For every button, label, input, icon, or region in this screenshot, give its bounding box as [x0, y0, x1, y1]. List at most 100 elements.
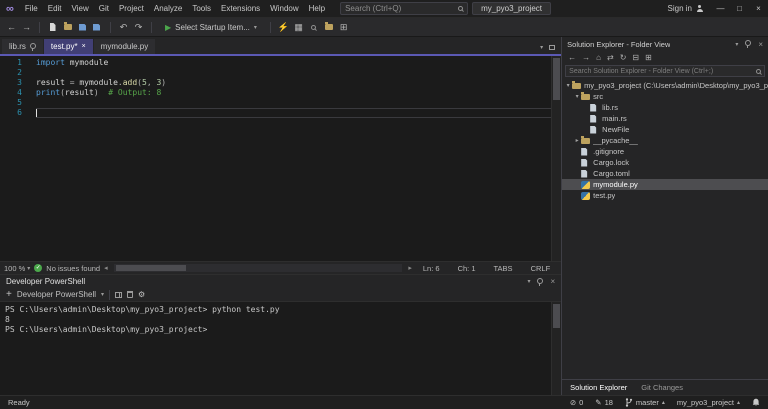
forward-icon[interactable]: → — [582, 53, 590, 62]
expander-icon[interactable]: ▸ — [573, 137, 581, 144]
navigate-backward-icon[interactable]: ← — [6, 20, 17, 34]
menu-edit[interactable]: Edit — [43, 4, 67, 13]
start-without-debugging-button[interactable]: ▶ Select Startup Item... ▾ — [159, 20, 263, 35]
open-file-icon[interactable] — [62, 20, 73, 34]
menu-project[interactable]: Project — [114, 4, 149, 13]
zoom-control[interactable]: 100 % ▾ — [4, 264, 30, 273]
menu-view[interactable]: View — [67, 4, 94, 13]
tab-git-changes[interactable]: Git Changes — [635, 380, 689, 395]
scrollbar-thumb[interactable] — [116, 265, 186, 271]
new-file-icon[interactable] — [47, 20, 58, 34]
close-panel-icon[interactable]: × — [550, 277, 555, 286]
menu-help[interactable]: Help — [304, 4, 330, 13]
maximize-button[interactable]: □ — [730, 0, 749, 18]
close-button[interactable]: × — [749, 0, 768, 18]
error-indicator[interactable]: ⊘ 0 — [570, 398, 583, 407]
panel-menu-icon[interactable]: ▾ — [735, 41, 738, 48]
tree-item-.gitignore[interactable]: .gitignore — [562, 146, 768, 157]
expander-icon[interactable]: ▾ — [564, 82, 572, 89]
tab-test.py[interactable]: test.py*× — [44, 39, 93, 54]
tree-item-newfile[interactable]: NewFile — [562, 124, 768, 135]
menu-analyze[interactable]: Analyze — [149, 4, 187, 13]
minimize-button[interactable]: — — [711, 0, 730, 18]
close-panel-icon[interactable]: × — [758, 40, 763, 49]
tree-item-__pycache__[interactable]: ▸__pycache__ — [562, 135, 768, 146]
undo-icon[interactable]: ↶ — [118, 20, 129, 34]
horizontal-scrollbar[interactable] — [114, 264, 403, 272]
solution-explorer-search[interactable]: Search Solution Explorer - Folder View (… — [565, 65, 765, 77]
tree-item-main.rs[interactable]: main.rs — [562, 113, 768, 124]
collapse-all-icon[interactable]: ⊟ — [632, 53, 639, 62]
scroll-right-icon[interactable]: ▸ — [408, 264, 412, 272]
kill-terminal-icon[interactable] — [127, 291, 133, 298]
visual-studio-logo-icon[interactable]: ∞ — [6, 3, 14, 15]
indent-mode-indicator[interactable]: TABS — [494, 264, 513, 273]
menu-window[interactable]: Window — [265, 4, 303, 13]
terminal-settings-icon[interactable]: ⚙ — [138, 290, 145, 299]
switch-views-icon[interactable]: ⇄ — [607, 53, 614, 62]
solution-explorer-toolbar-icon[interactable] — [323, 20, 334, 34]
menu-git[interactable]: Git — [94, 4, 114, 13]
line-ending-indicator[interactable]: CRLF — [531, 264, 551, 273]
save-icon[interactable] — [77, 20, 88, 34]
editor-vertical-scrollbar[interactable] — [551, 56, 561, 261]
git-repo-button[interactable]: my_pyo3_project ▴ — [677, 398, 740, 407]
menu-tools[interactable]: Tools — [187, 4, 216, 13]
pin-icon[interactable] — [537, 278, 543, 286]
save-all-icon[interactable] — [92, 20, 103, 34]
tree-item-cargo.lock[interactable]: Cargo.lock — [562, 157, 768, 168]
tab-solution-explorer[interactable]: Solution Explorer — [564, 380, 633, 395]
tree-item-test.py[interactable]: test.py — [562, 190, 768, 201]
new-terminal-button[interactable]: + — [6, 289, 12, 300]
solution-tree: ▾my_pyo3_project (C:\Users\admin\Desktop… — [562, 79, 768, 379]
tree-item-my_pyo3_project-c-users-admin-[interactable]: ▾my_pyo3_project (C:\Users\admin\Desktop… — [562, 80, 768, 91]
tab-mymodule.py[interactable]: mymodule.py — [94, 39, 156, 54]
git-branch-button[interactable]: master ▴ — [625, 398, 665, 407]
navigate-forward-icon[interactable]: → — [21, 20, 32, 34]
tree-item-src[interactable]: ▾src — [562, 91, 768, 102]
home-icon[interactable]: ⌂ — [596, 53, 601, 62]
notifications-bell-button[interactable] — [752, 398, 760, 407]
shell-selector[interactable]: Developer PowerShell — [17, 290, 96, 299]
split-terminal-icon[interactable] — [115, 292, 122, 298]
file-icon — [581, 148, 590, 156]
tree-item-mymodule.py[interactable]: mymodule.py — [562, 179, 768, 190]
terminal-panel-tab[interactable]: Developer PowerShell — [6, 277, 85, 286]
panel-menu-icon[interactable]: ▾ — [527, 278, 530, 285]
show-all-files-icon[interactable]: ⊞ — [645, 53, 652, 62]
code-editor[interactable]: 123456 import mymoduleresult = mymodule.… — [0, 56, 561, 261]
redo-icon[interactable]: ↷ — [133, 20, 144, 34]
startup-item-dropdown-icon[interactable]: ▾ — [254, 24, 257, 31]
close-tab-icon[interactable]: × — [82, 43, 86, 50]
pin-icon[interactable] — [745, 40, 751, 48]
shell-selector-dropdown-icon[interactable]: ▾ — [101, 291, 104, 298]
refresh-icon[interactable]: ↻ — [620, 53, 627, 62]
line-number: 1 — [0, 58, 22, 68]
scrollbar-thumb[interactable] — [553, 304, 560, 328]
issues-status[interactable]: No issues found — [46, 264, 100, 273]
pin-icon[interactable] — [30, 43, 36, 51]
scrollbar-thumb[interactable] — [553, 58, 560, 100]
tree-item-cargo.toml[interactable]: Cargo.toml — [562, 168, 768, 179]
back-icon[interactable]: ← — [568, 53, 576, 62]
tab-lib.rs[interactable]: lib.rs — [2, 39, 43, 54]
menu-file[interactable]: File — [20, 4, 43, 13]
extensions-icon[interactable]: ⊞ — [338, 20, 349, 34]
menu-extensions[interactable]: Extensions — [216, 4, 265, 13]
scroll-left-icon[interactable]: ◂ — [104, 264, 108, 272]
profiler-icon[interactable]: ▦ — [293, 20, 304, 34]
active-documents-dropdown-icon[interactable]: ▾ — [540, 44, 543, 51]
float-tab-group-icon[interactable] — [549, 45, 555, 50]
quick-search-box[interactable]: Search (Ctrl+Q) — [340, 2, 468, 15]
tree-item-label: Cargo.lock — [593, 158, 629, 167]
tree-item-label: main.rs — [602, 114, 627, 123]
code-pane[interactable]: import mymoduleresult = mymodule.add(5, … — [28, 56, 551, 261]
sign-in-button[interactable]: Sign in — [668, 4, 703, 13]
tree-item-lib.rs[interactable]: lib.rs — [562, 102, 768, 113]
hot-reload-icon[interactable]: ⚡ — [278, 20, 289, 34]
pending-edits-indicator[interactable]: ✎ 18 — [595, 398, 613, 407]
terminal-scrollbar[interactable] — [551, 302, 561, 395]
expander-icon[interactable]: ▾ — [573, 93, 581, 100]
find-in-files-icon[interactable] — [308, 20, 319, 34]
terminal-output[interactable]: PS C:\Users\admin\Desktop\my_pyo3_projec… — [0, 302, 561, 395]
